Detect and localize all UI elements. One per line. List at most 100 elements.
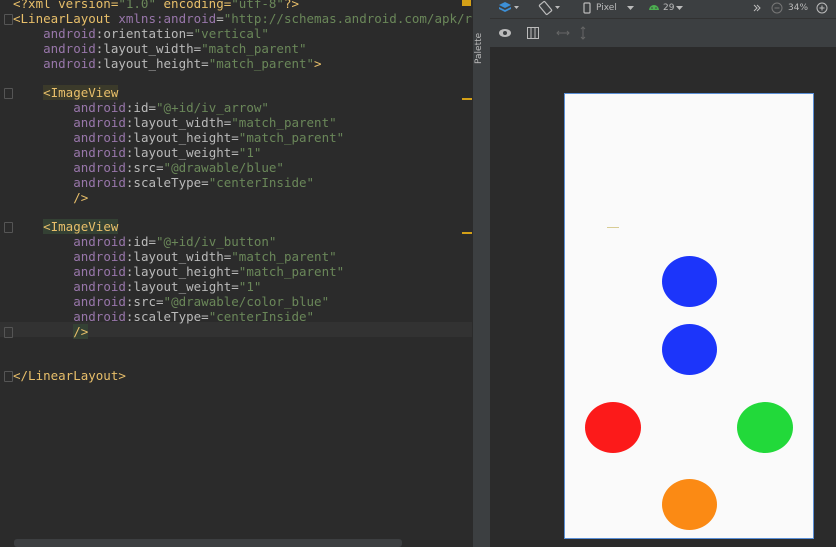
code-editor[interactable]: <?xml version="1.0" encoding="utf-8"?> <L… <box>0 0 472 547</box>
code-line[interactable]: /> <box>13 324 89 339</box>
warning-marker-top[interactable] <box>462 0 471 6</box>
code-token: "vertical" <box>193 26 269 41</box>
code-token: "@drawable/blue" <box>163 160 284 175</box>
code-token: :scaleType= <box>125 309 209 324</box>
zoom-level: 34% <box>788 3 809 13</box>
fold-marker[interactable] <box>4 88 13 99</box>
warning-marker[interactable] <box>462 232 472 234</box>
red-circle <box>585 402 641 453</box>
device-preview-screen[interactable] <box>564 93 814 539</box>
code-line[interactable]: android:id="@+id/iv_button" <box>13 234 276 249</box>
code-line[interactable]: android:layout_height="match_parent"> <box>13 56 321 71</box>
code-line[interactable]: android:layout_height="match_parent" <box>13 264 344 279</box>
code-token: /> <box>73 190 89 205</box>
horizontal-arrow-icon[interactable] <box>556 19 570 47</box>
code-token: "1" <box>238 279 262 294</box>
code-line[interactable]: <ImageView <box>13 85 119 100</box>
code-line[interactable]: <ImageView <box>13 219 119 234</box>
code-line[interactable]: <?xml version="1.0" encoding="utf-8"?> <box>13 0 299 11</box>
android-icon <box>647 0 661 18</box>
overflow-icon[interactable] <box>752 0 762 18</box>
code-token: "@+id/iv_arrow" <box>156 100 269 115</box>
fold-marker[interactable] <box>4 222 13 233</box>
code-line[interactable]: android:layout_width="match_parent" <box>13 249 336 264</box>
code-token: android <box>73 309 126 324</box>
code-line[interactable]: </LinearLayout> <box>13 368 126 383</box>
eye-icon[interactable] <box>498 19 512 47</box>
code-token: :layout_height= <box>125 264 239 279</box>
design-secondary-toolbar <box>490 18 836 47</box>
code-token: </LinearLayout> <box>13 368 126 383</box>
layout-icon[interactable] <box>526 19 540 47</box>
code-token: android <box>73 175 126 190</box>
vertical-arrow-icon[interactable] <box>578 19 588 47</box>
code-line[interactable]: android:layout_weight="1" <box>13 145 261 160</box>
code-token: android <box>43 26 96 41</box>
code-token: "match_parent" <box>208 56 315 71</box>
warning-marker[interactable] <box>462 98 472 100</box>
code-token: "utf-8" <box>231 0 284 11</box>
code-token: :src= <box>125 294 164 309</box>
code-line[interactable]: /> <box>13 190 88 205</box>
palette-tab-label[interactable]: Palette <box>474 14 488 64</box>
code-line[interactable]: android:scaleType="centerInside" <box>13 309 314 324</box>
api-dropdown-icon[interactable] <box>676 0 684 18</box>
code-token: "http://schemas.android.com/apk/res/andr <box>223 11 472 26</box>
zoom-in-icon[interactable] <box>815 0 829 18</box>
code-line[interactable]: android:orientation="vertical" <box>13 26 269 41</box>
code-token: ?> <box>283 0 300 11</box>
code-token: :layout_height= <box>125 130 239 145</box>
code-token: :src= <box>125 160 164 175</box>
fold-marker[interactable] <box>4 371 13 382</box>
orange-circle <box>662 479 717 530</box>
fold-marker[interactable] <box>4 14 13 25</box>
code-token: android <box>73 115 126 130</box>
layers-icon[interactable] <box>498 0 520 18</box>
code-token: xmlns:android <box>118 11 217 26</box>
code-line[interactable]: android:layout_width="match_parent" <box>13 41 306 56</box>
code-token: /> <box>73 324 89 339</box>
blue-circle-middle <box>662 324 717 375</box>
code-token: encoding= <box>156 0 232 11</box>
palette-panel-strip[interactable] <box>472 0 492 547</box>
code-token: "centerInside" <box>208 309 315 324</box>
code-token: :orientation= <box>95 26 194 41</box>
horizontal-scrollbar[interactable] <box>14 539 402 547</box>
code-line[interactable]: android:layout_weight="1" <box>13 279 261 294</box>
code-token: android <box>43 56 96 71</box>
zoom-out-icon[interactable] <box>770 0 784 18</box>
code-token: android <box>73 279 126 294</box>
code-token: android <box>73 264 126 279</box>
code-line[interactable]: android:src="@drawable/blue" <box>13 160 284 175</box>
code-line[interactable]: android:src="@drawable/color_blue" <box>13 294 329 309</box>
code-line[interactable]: android:scaleType="centerInside" <box>13 175 314 190</box>
code-token: :id= <box>125 100 157 115</box>
code-token: <?xml version= <box>13 0 119 11</box>
code-token: "@drawable/color_blue" <box>163 294 330 309</box>
rotate-icon[interactable] <box>538 0 562 18</box>
code-line[interactable]: <LinearLayout xmlns:android="http://sche… <box>13 11 472 26</box>
api-level-selector[interactable]: 29 <box>663 0 674 18</box>
code-line[interactable]: android:layout_width="match_parent" <box>13 115 336 130</box>
code-token: "1" <box>238 145 262 160</box>
code-token: "match_parent" <box>238 264 345 279</box>
code-line[interactable]: android:layout_height="match_parent" <box>13 130 344 145</box>
device-selector[interactable]: Pixel <box>596 0 617 18</box>
code-token: android <box>73 249 126 264</box>
device-dropdown-icon[interactable] <box>627 0 635 18</box>
fold-marker[interactable] <box>4 327 13 338</box>
phone-icon <box>582 0 592 18</box>
code-line[interactable]: android:id="@+id/iv_arrow" <box>13 100 269 115</box>
code-token: :layout_height= <box>95 56 209 71</box>
